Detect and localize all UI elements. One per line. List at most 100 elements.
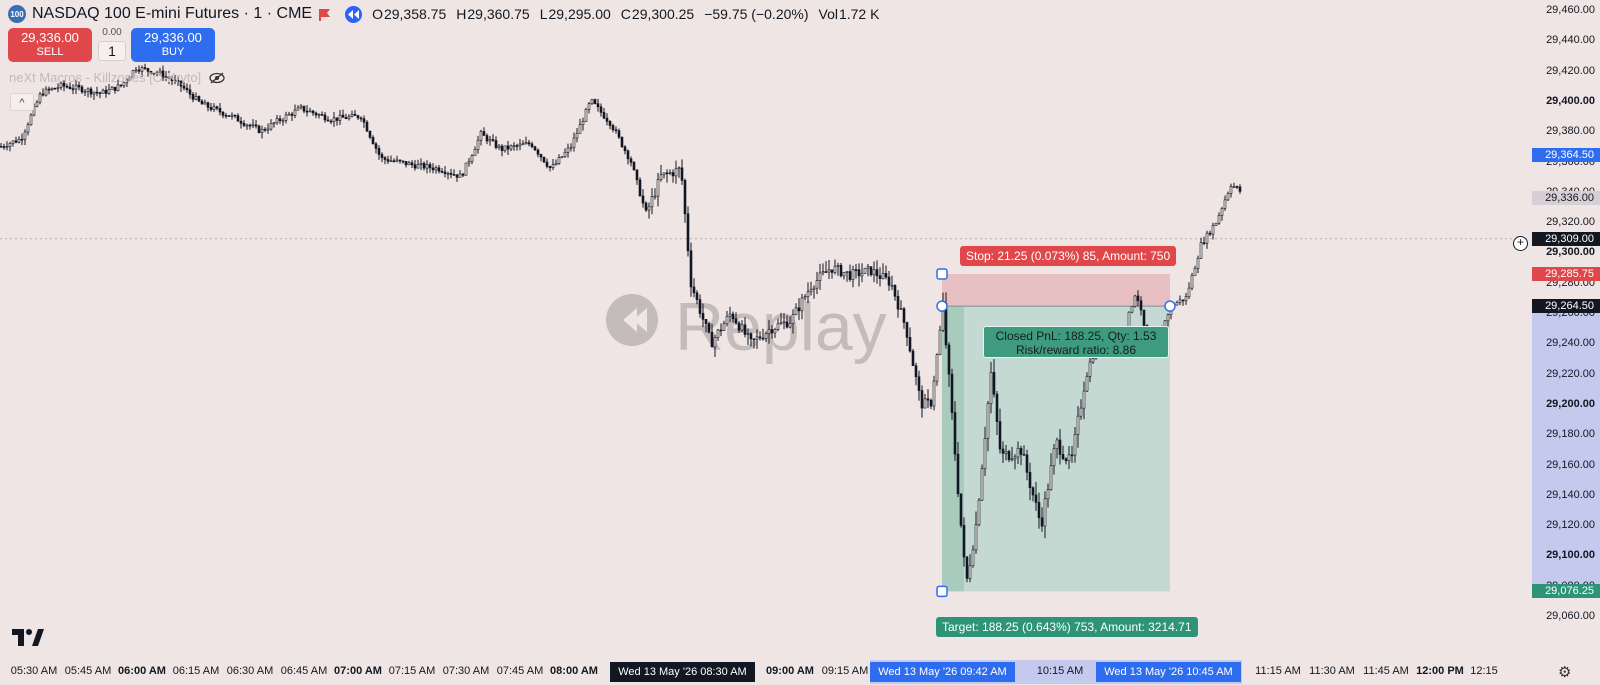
candle-body bbox=[119, 84, 123, 87]
candle-body bbox=[662, 172, 666, 176]
candle-body bbox=[1046, 489, 1050, 500]
price-flag-label: 29,264.50 bbox=[1532, 299, 1600, 314]
candle-body bbox=[929, 399, 933, 407]
candle-body bbox=[950, 373, 954, 413]
candle-body bbox=[833, 265, 837, 273]
indicator-legend[interactable]: neXt Macros - Killzones [O-Kryto] bbox=[9, 70, 225, 85]
candle-body bbox=[1031, 487, 1035, 496]
candle-body bbox=[1136, 295, 1140, 302]
candle-body bbox=[257, 125, 261, 133]
candle-body bbox=[383, 157, 387, 160]
candle-body bbox=[116, 84, 120, 91]
candle-body bbox=[113, 86, 117, 91]
settings-gear-icon[interactable]: ⚙ bbox=[1558, 663, 1571, 681]
candle-body bbox=[26, 124, 30, 133]
candle-body bbox=[320, 114, 324, 116]
candle-body bbox=[596, 103, 600, 108]
candle-body bbox=[86, 88, 90, 92]
pnl-summary[interactable]: Closed PnL: 188.25, Qty: 1.53 Risk/rewar… bbox=[983, 326, 1169, 358]
price-tick-label: 29,400.00 bbox=[1546, 94, 1595, 107]
candle-body bbox=[977, 499, 981, 526]
candle-body bbox=[758, 336, 762, 339]
candle-body bbox=[614, 129, 618, 132]
candle-body bbox=[1208, 232, 1212, 235]
candle-body bbox=[1040, 517, 1044, 527]
time-tick-label: 12:00 PM bbox=[1416, 665, 1464, 677]
collapse-legend-button[interactable]: ^ bbox=[10, 93, 34, 111]
target-zone-traversed bbox=[942, 306, 964, 592]
candle-body bbox=[536, 149, 540, 155]
candle-body bbox=[971, 549, 975, 567]
candle-body bbox=[542, 156, 546, 163]
candle-body bbox=[809, 289, 813, 293]
candle-body bbox=[635, 169, 639, 181]
candle-body bbox=[605, 117, 609, 122]
candle-body bbox=[854, 269, 858, 271]
candle-body bbox=[911, 350, 915, 366]
candle-body bbox=[458, 173, 462, 178]
time-axis[interactable]: 05:30 AM 05:45 AM 06:00 AM 06:15 AM 06:30 AM… bbox=[0, 660, 1600, 685]
candle-body bbox=[227, 115, 231, 117]
price-chart[interactable]: Replay bbox=[0, 0, 1530, 660]
target-label[interactable]: Target: 188.25 (0.643%) 753, Amount: 321… bbox=[936, 617, 1198, 637]
eye-hidden-icon[interactable] bbox=[209, 72, 225, 84]
candle-body bbox=[515, 145, 519, 147]
candle-body bbox=[494, 140, 498, 148]
candle-body bbox=[341, 114, 345, 118]
candle-body bbox=[503, 145, 507, 151]
price-flag-label: 29,076.25 bbox=[1532, 584, 1600, 599]
candle-body bbox=[266, 128, 270, 131]
sell-button[interactable]: 29,336.00 SELL bbox=[8, 28, 92, 62]
candle-body bbox=[89, 88, 93, 95]
candle-body bbox=[467, 161, 471, 164]
candle-body bbox=[302, 105, 306, 112]
candle-body bbox=[986, 403, 990, 439]
candle-body bbox=[554, 163, 558, 166]
replay-icon[interactable] bbox=[345, 5, 363, 23]
symbol-title[interactable]: NASDAQ 100 E-mini Futures · 1 · CME bbox=[32, 5, 312, 23]
stop-label[interactable]: Stop: 21.25 (0.073%) 85, Amount: 750 bbox=[960, 246, 1177, 266]
candle-body bbox=[629, 158, 633, 163]
add-plus-icon[interactable]: + bbox=[1513, 236, 1528, 251]
symbol-logo-icon[interactable]: 100 bbox=[8, 5, 26, 23]
candle-body bbox=[248, 124, 252, 127]
candle-body bbox=[830, 269, 834, 273]
candle-body bbox=[827, 269, 831, 273]
candle-body bbox=[980, 468, 984, 501]
candle-body bbox=[1004, 451, 1008, 454]
price-tick-label: 29,220.00 bbox=[1546, 367, 1595, 380]
candle-body bbox=[431, 167, 435, 171]
quantity-input[interactable]: 1 bbox=[98, 41, 126, 61]
candle-body bbox=[335, 117, 339, 121]
price-tick-label: 29,320.00 bbox=[1546, 216, 1595, 229]
price-axis[interactable]: 29,460.00 29,440.00 29,420.00 29,400.00 29,3… bbox=[1530, 0, 1600, 660]
tradingview-logo-icon[interactable] bbox=[12, 629, 44, 646]
candle-body bbox=[107, 89, 111, 94]
candle-body bbox=[842, 272, 846, 277]
candle-body bbox=[938, 329, 942, 355]
candle-body bbox=[512, 145, 516, 147]
candle-body bbox=[422, 162, 426, 169]
buy-button[interactable]: 29,336.00 BUY bbox=[131, 28, 215, 62]
candle-body bbox=[641, 195, 645, 204]
candle-body bbox=[533, 146, 537, 151]
candle-body bbox=[371, 136, 375, 145]
candle-body bbox=[875, 269, 879, 277]
candle-body bbox=[14, 140, 18, 143]
replay-watermark-text: Replay bbox=[675, 289, 887, 365]
candle-body bbox=[1037, 502, 1041, 519]
flag-icon[interactable] bbox=[318, 8, 331, 21]
candle-body bbox=[440, 170, 444, 173]
candle-body bbox=[704, 319, 708, 324]
candle-body bbox=[863, 267, 867, 274]
candle-body bbox=[773, 328, 777, 334]
candle-body bbox=[920, 390, 924, 409]
candle-body bbox=[590, 99, 594, 105]
candle-body bbox=[44, 88, 48, 96]
candle-body bbox=[506, 145, 510, 150]
candle-body bbox=[80, 86, 84, 93]
candle-body bbox=[923, 398, 927, 409]
candle-body bbox=[353, 113, 357, 116]
sell-label: SELL bbox=[36, 46, 64, 58]
candle-body bbox=[11, 140, 15, 144]
